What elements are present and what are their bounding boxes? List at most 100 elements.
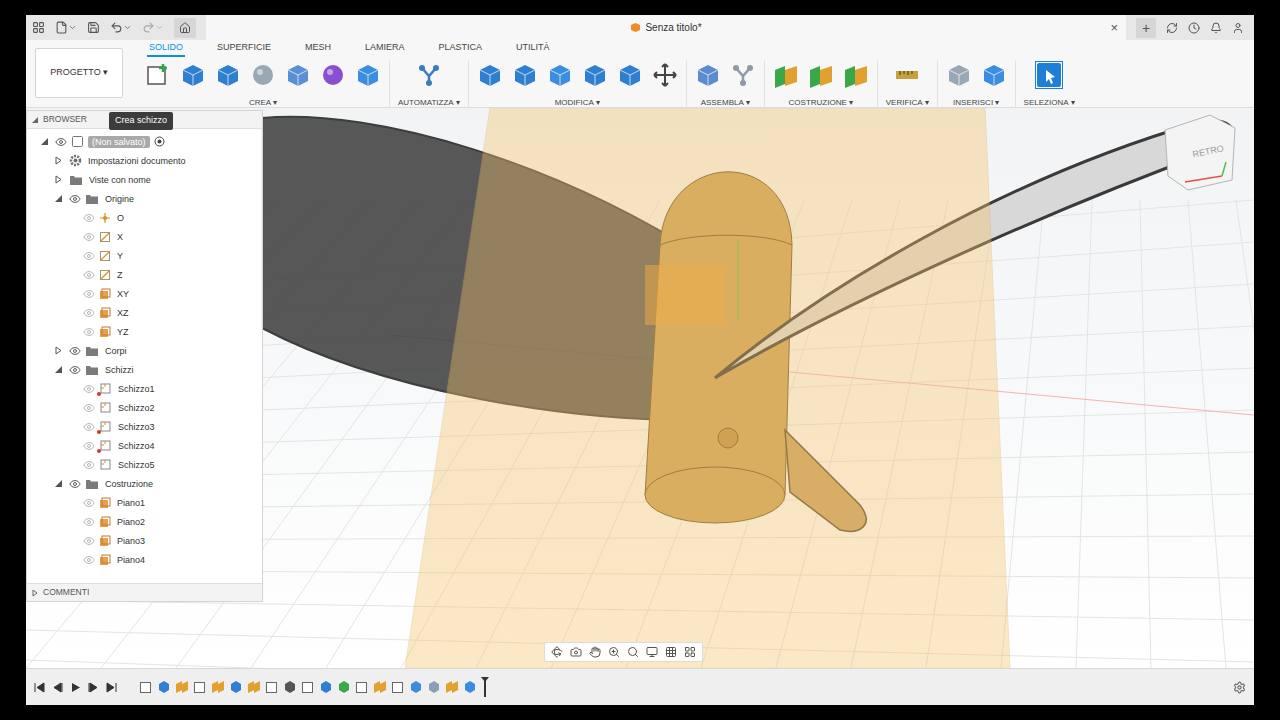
plane-feature-icon[interactable] <box>445 680 459 694</box>
sketch-feature-icon[interactable] <box>193 680 207 694</box>
browser-item[interactable]: Corpi <box>27 341 262 360</box>
revolve-tool-icon[interactable] <box>215 62 241 88</box>
expand-arrow-icon[interactable] <box>31 589 39 597</box>
fit-icon[interactable] <box>627 646 639 658</box>
go-to-end-icon[interactable] <box>106 682 117 693</box>
grid-icon[interactable] <box>665 646 677 658</box>
browser-item[interactable]: (Non salvato) <box>27 132 262 151</box>
browser-item[interactable]: Z <box>27 265 262 284</box>
browser-item[interactable]: Piano3 <box>27 531 262 550</box>
visibility-eye-icon[interactable] <box>55 136 67 148</box>
expander[interactable] <box>51 345 65 357</box>
toolbar-tab[interactable]: LAMIERA <box>363 41 407 58</box>
timeline-marker-icon[interactable] <box>481 677 489 697</box>
extrude-tool-icon[interactable] <box>180 62 206 88</box>
browser-item[interactable]: Piano1 <box>27 493 262 512</box>
visibility-eye-icon[interactable] <box>83 326 95 338</box>
sketch-feature-icon[interactable] <box>139 680 153 694</box>
sketch-feature-icon[interactable] <box>265 680 279 694</box>
display-settings-icon[interactable] <box>646 646 658 658</box>
comments-bar[interactable]: COMMENTI <box>27 583 262 601</box>
visibility-eye-icon[interactable] <box>83 212 95 224</box>
shellbox-tool-icon[interactable] <box>547 62 573 88</box>
visibility-eye-icon[interactable] <box>83 383 95 395</box>
look-at-icon[interactable] <box>570 646 582 658</box>
redo-icon[interactable] <box>142 21 155 34</box>
collapsed-arrow-icon[interactable] <box>54 156 63 165</box>
toolbar-group-label[interactable]: ASSEMBLA▾ <box>701 97 750 109</box>
collapse-arrow-icon[interactable] <box>31 116 39 124</box>
view-cube[interactable]: RETRO <box>1165 115 1235 190</box>
extrude-feature-icon[interactable] <box>157 680 171 694</box>
toolbar-tab[interactable]: UTILITÀ <box>514 41 552 58</box>
save-icon[interactable] <box>87 21 100 34</box>
expanded-arrow-icon[interactable] <box>54 479 63 488</box>
orbit-icon[interactable] <box>551 646 563 658</box>
hole-tool-icon[interactable] <box>250 62 276 88</box>
expander[interactable] <box>51 174 65 186</box>
image-tool-icon[interactable] <box>981 62 1007 88</box>
plane-feature-icon[interactable] <box>373 680 387 694</box>
visibility-eye-icon[interactable] <box>83 516 95 528</box>
plane-feature-icon[interactable] <box>175 680 189 694</box>
visibility-eye-icon[interactable] <box>83 402 95 414</box>
chevron-down-icon[interactable] <box>123 23 132 32</box>
zoom-icon[interactable] <box>608 646 620 658</box>
browser-item[interactable]: Piano2 <box>27 512 262 531</box>
browser-item[interactable]: XZ <box>27 303 262 322</box>
notifications-icon[interactable] <box>1210 22 1222 34</box>
toolbar-group-label[interactable]: MODIFICA▾ <box>555 97 600 109</box>
apps-icon[interactable] <box>32 21 45 34</box>
visibility-eye-icon[interactable] <box>83 288 95 300</box>
browser-item[interactable]: Y <box>27 246 262 265</box>
move-tool-icon[interactable] <box>652 62 678 88</box>
timeline-settings-icon[interactable] <box>1233 681 1246 694</box>
close-tab-button[interactable]: × <box>1110 21 1118 34</box>
visibility-eye-icon[interactable] <box>83 440 95 452</box>
expander[interactable] <box>51 155 65 167</box>
expanded-arrow-icon[interactable] <box>54 194 63 203</box>
visibility-eye-icon[interactable] <box>83 307 95 319</box>
home-icon[interactable] <box>179 22 191 34</box>
loft-feature-icon[interactable] <box>463 680 477 694</box>
expander[interactable] <box>51 364 65 376</box>
visibility-eye-icon[interactable] <box>83 269 95 281</box>
browser-item[interactable]: Schizzo2 <box>27 398 262 417</box>
visibility-eye-icon[interactable] <box>69 478 81 490</box>
browser-item[interactable]: Viste con nome <box>27 170 262 189</box>
visibility-eye-icon[interactable] <box>83 554 95 566</box>
measure-tool-icon[interactable] <box>894 62 920 88</box>
toolbar-tab[interactable]: SOLIDO <box>147 41 185 58</box>
toolbar-group-label[interactable]: SELEZIONA▾ <box>1024 97 1075 109</box>
insert-tool-icon[interactable] <box>946 62 972 88</box>
expanded-arrow-icon[interactable] <box>54 365 63 374</box>
new-tab-button[interactable]: + <box>1136 18 1156 38</box>
toolbar-group-label[interactable]: COSTRUZIONE▾ <box>789 97 853 109</box>
pattern-feature-icon[interactable] <box>337 680 351 694</box>
combine-tool-icon[interactable] <box>582 62 608 88</box>
browser-item[interactable]: Costruzione <box>27 474 262 493</box>
file-icon[interactable] <box>55 21 68 34</box>
visibility-eye-icon[interactable] <box>83 497 95 509</box>
undo-button[interactable] <box>110 21 132 34</box>
sketch-feature-icon[interactable] <box>391 680 405 694</box>
plane-feature-icon[interactable] <box>247 680 261 694</box>
document-tab[interactable]: Senza titolo*× <box>206 15 1126 40</box>
visibility-eye-icon[interactable] <box>83 231 95 243</box>
browser-item[interactable]: Impostazioni documento <box>27 151 262 170</box>
browser-item[interactable]: XY <box>27 284 262 303</box>
browser-item[interactable]: YZ <box>27 322 262 341</box>
sketch-feature-icon[interactable] <box>301 680 315 694</box>
expander[interactable] <box>51 193 65 205</box>
automate-tool-icon[interactable] <box>416 62 442 88</box>
revolve-feature-icon[interactable] <box>229 680 243 694</box>
browser-item[interactable]: Schizzo3 <box>27 417 262 436</box>
toolbar-group-label[interactable]: AUTOMATIZZA▾ <box>398 97 460 109</box>
play-icon[interactable] <box>70 682 81 693</box>
browser-item[interactable]: Origine <box>27 189 262 208</box>
move-feature-icon[interactable] <box>283 680 297 694</box>
pan-icon[interactable] <box>589 646 601 658</box>
file-menu[interactable] <box>55 21 77 34</box>
expander[interactable] <box>37 136 51 148</box>
shell-tool-icon[interactable] <box>355 62 381 88</box>
